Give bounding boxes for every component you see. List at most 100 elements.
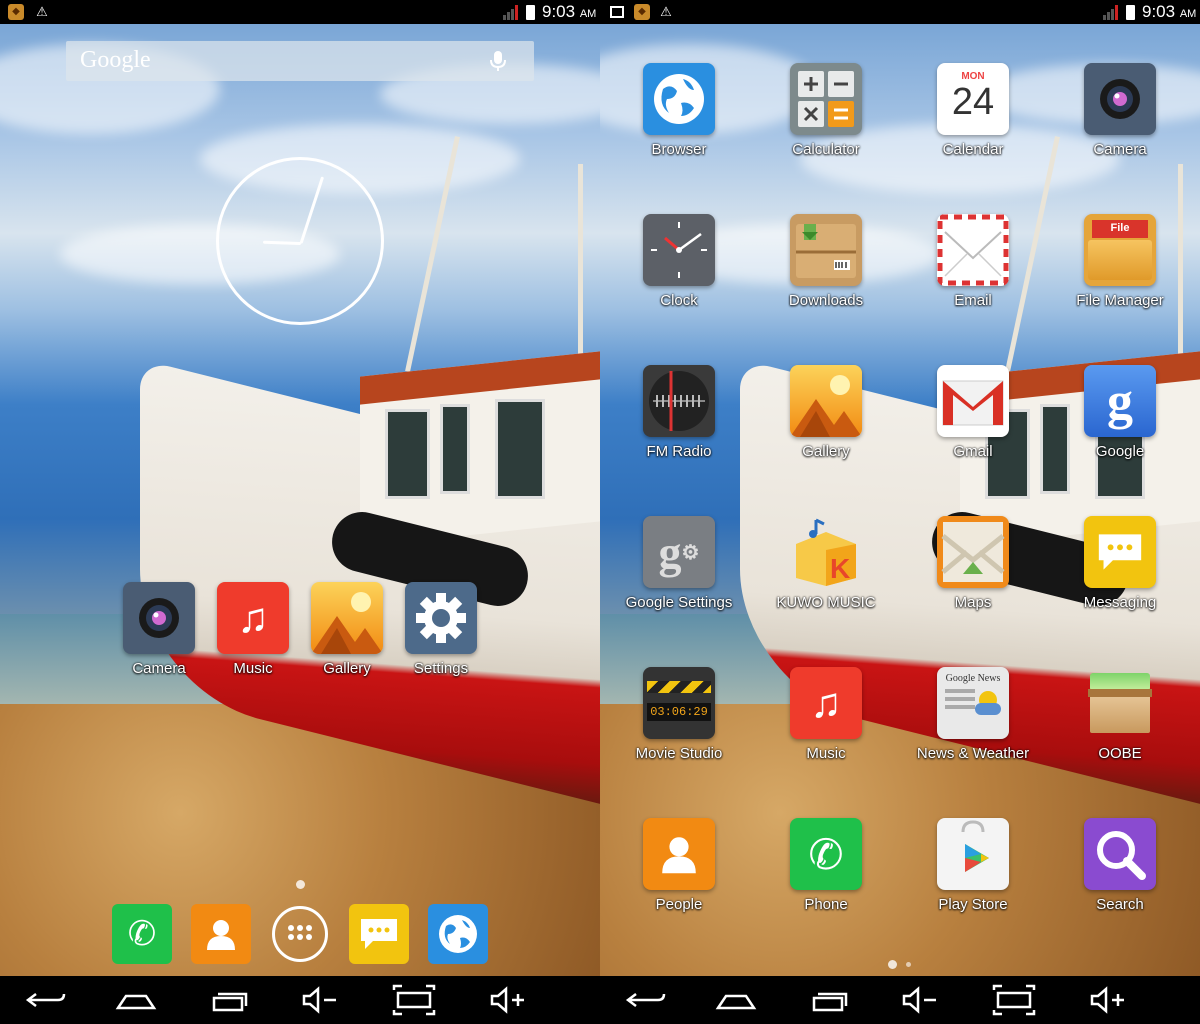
minute-hand (299, 176, 325, 244)
app-email[interactable]: Email (913, 214, 1033, 309)
page-indicator (296, 880, 305, 889)
app-camera[interactable]: Camera (1060, 63, 1180, 158)
oobe-icon (1084, 667, 1156, 739)
back-icon[interactable] (622, 984, 670, 1016)
movie-studio-icon: 03:06:29 (643, 667, 715, 739)
app-oobe[interactable]: OOBE (1060, 667, 1180, 762)
google-search-bar[interactable]: Google (66, 41, 534, 81)
people-icon (191, 904, 251, 964)
app-news-weather[interactable]: Google News News & Weather (913, 667, 1033, 762)
signal-icon (1103, 4, 1121, 20)
app-notification-icon: ◆ (634, 4, 650, 20)
settings-icon (405, 582, 477, 654)
status-time: 9:03 AM (1142, 2, 1197, 21)
hour-hand (262, 240, 302, 245)
battery-icon (526, 5, 535, 20)
app-music[interactable]: ♫ Music (766, 667, 886, 762)
messaging-icon (349, 904, 409, 964)
music-icon: ♫ (217, 582, 289, 654)
kuwo-music-icon: K (790, 516, 862, 588)
messaging-icon (1084, 516, 1156, 588)
all-apps-button[interactable] (272, 906, 328, 962)
home-screen: ◆ ⚠ 9:03 AM Google Camera ♫ Music Galler… (0, 0, 600, 1024)
app-calendar[interactable]: MON 24 Calendar (913, 63, 1033, 158)
app-people[interactable]: People (619, 818, 739, 913)
status-bar: ◆ ⚠ 9:03 AM (600, 0, 1200, 24)
app-google-settings[interactable]: g ⚙ Google Settings (619, 516, 739, 611)
status-bar: ◆ ⚠ 9:03 AM (0, 0, 600, 24)
app-fm-radio[interactable]: FM Radio (619, 365, 739, 460)
google-settings-icon: g ⚙ (643, 516, 715, 588)
app-google[interactable]: g Google (1060, 365, 1180, 460)
recents-icon[interactable] (206, 984, 254, 1016)
back-icon[interactable] (22, 984, 70, 1016)
dock-phone[interactable]: ✆ (112, 904, 172, 964)
all-apps-icon (288, 925, 312, 940)
microphone-icon[interactable] (486, 49, 510, 73)
app-gallery[interactable]: Gallery (766, 365, 886, 460)
page-indicator-active (888, 960, 897, 969)
search-icon (1084, 818, 1156, 890)
downloads-icon (790, 214, 862, 286)
navigation-bar (0, 976, 600, 1024)
screenshot-icon[interactable] (990, 984, 1038, 1016)
status-time: 9:03 AM (542, 2, 597, 21)
app-kuwo-music[interactable]: K KUWO MUSIC (766, 516, 886, 611)
home-app-settings[interactable]: Settings (381, 582, 501, 677)
app-play-store[interactable]: Play Store (913, 818, 1033, 913)
news-weather-icon: Google News (937, 667, 1009, 739)
music-icon: ♫ (790, 667, 862, 739)
camera-icon (123, 582, 195, 654)
app-messaging[interactable]: Messaging (1060, 516, 1180, 611)
analog-clock-widget[interactable] (216, 157, 384, 325)
gmail-icon (937, 365, 1009, 437)
warning-icon: ⚠ (660, 4, 672, 19)
volume-down-icon[interactable] (896, 984, 944, 1016)
svg-text:K: K (830, 553, 850, 584)
dock-messaging[interactable] (349, 904, 409, 964)
gallery-icon (790, 365, 862, 437)
app-gmail[interactable]: Gmail (913, 365, 1033, 460)
home-icon[interactable] (712, 984, 760, 1016)
browser-icon (643, 63, 715, 135)
app-movie-studio[interactable]: 03:06:29 Movie Studio (619, 667, 739, 762)
app-phone[interactable]: ✆ Phone (766, 818, 886, 913)
volume-down-icon[interactable] (296, 984, 344, 1016)
app-clock[interactable]: Clock (619, 214, 739, 309)
file-manager-icon: File (1084, 214, 1156, 286)
navigation-bar (600, 976, 1200, 1024)
volume-up-icon[interactable] (1084, 984, 1132, 1016)
app-drawer-screen: ◆ ⚠ 9:03 AM Browser Calculator MON 24 Ca… (600, 0, 1200, 1024)
dock-browser[interactable] (428, 904, 488, 964)
recents-icon[interactable] (806, 984, 854, 1016)
browser-icon (428, 904, 488, 964)
fm-radio-icon (643, 365, 715, 437)
screenshot-icon[interactable] (390, 984, 438, 1016)
gallery-icon (311, 582, 383, 654)
volume-up-icon[interactable] (484, 984, 532, 1016)
app-maps[interactable]: Maps (913, 516, 1033, 611)
people-icon (643, 818, 715, 890)
google-icon: g (1084, 365, 1156, 437)
screenshot-notification-icon (610, 6, 624, 18)
play-store-icon (937, 818, 1009, 890)
app-file-manager[interactable]: File File Manager (1060, 214, 1180, 309)
maps-icon (937, 516, 1009, 588)
app-search[interactable]: Search (1060, 818, 1180, 913)
clock-icon (643, 214, 715, 286)
calculator-icon (790, 63, 862, 135)
page-indicator (906, 962, 911, 967)
app-notification-icon: ◆ (8, 4, 24, 20)
home-icon[interactable] (112, 984, 160, 1016)
warning-icon: ⚠ (36, 4, 48, 19)
app-browser[interactable]: Browser (619, 63, 739, 158)
email-icon (937, 214, 1009, 286)
phone-icon: ✆ (127, 915, 157, 953)
phone-icon: ✆ (790, 818, 862, 890)
dock-people[interactable] (191, 904, 251, 964)
calendar-icon: MON 24 (937, 63, 1009, 135)
app-downloads[interactable]: Downloads (766, 214, 886, 309)
google-logo: Google (80, 47, 151, 73)
camera-icon (1084, 63, 1156, 135)
app-calculator[interactable]: Calculator (766, 63, 886, 158)
